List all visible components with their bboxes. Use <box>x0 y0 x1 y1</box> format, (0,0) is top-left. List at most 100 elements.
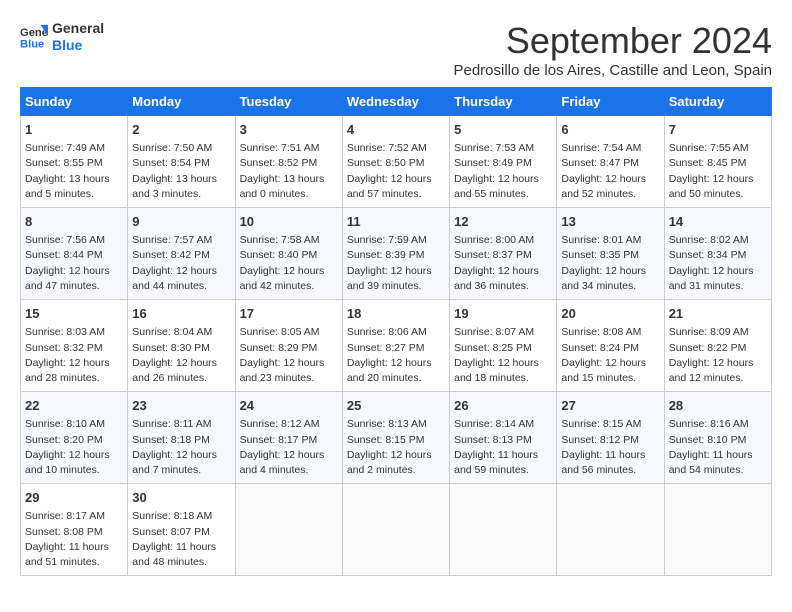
calendar-week-row: 22 Sunrise: 8:10 AMSunset: 8:20 PMDayligh… <box>21 392 772 484</box>
day-number: 17 <box>240 305 338 323</box>
day-number: 25 <box>347 397 445 415</box>
calendar-week-row: 29 Sunrise: 8:17 AMSunset: 8:08 PMDayligh… <box>21 484 772 576</box>
day-info: Sunrise: 8:08 AMSunset: 8:24 PMDaylight:… <box>561 325 659 386</box>
month-title: September 2024 <box>453 20 772 62</box>
day-info: Sunrise: 8:01 AMSunset: 8:35 PMDaylight:… <box>561 233 659 294</box>
page-header: General Blue General Blue September 2024… <box>20 20 772 79</box>
table-row: 24 Sunrise: 8:12 AMSunset: 8:17 PMDayligh… <box>235 392 342 484</box>
day-info: Sunrise: 8:15 AMSunset: 8:12 PMDaylight:… <box>561 417 659 478</box>
table-row: 19 Sunrise: 8:07 AMSunset: 8:25 PMDayligh… <box>450 300 557 392</box>
table-row: 2 Sunrise: 7:50 AMSunset: 8:54 PMDaylight… <box>128 116 235 208</box>
table-row: 30Sunrise: 8:18 AMSunset: 8:07 PMDayligh… <box>128 484 235 576</box>
day-number: 18 <box>347 305 445 323</box>
col-saturday: Saturday <box>664 88 771 116</box>
table-row <box>235 484 342 576</box>
table-row: 5Sunrise: 7:53 AMSunset: 8:49 PMDaylight… <box>450 116 557 208</box>
day-number: 3 <box>240 121 338 139</box>
table-row: 7 Sunrise: 7:55 AMSunset: 8:45 PMDaylight… <box>664 116 771 208</box>
calendar-week-row: 15Sunrise: 8:03 AMSunset: 8:32 PMDayligh… <box>21 300 772 392</box>
col-sunday: Sunday <box>21 88 128 116</box>
day-number: 12 <box>454 213 552 231</box>
svg-text:Blue: Blue <box>20 38 44 50</box>
day-number: 9 <box>132 213 230 231</box>
day-info: Sunrise: 8:03 AMSunset: 8:32 PMDaylight:… <box>25 325 123 386</box>
day-info: Sunrise: 7:53 AMSunset: 8:49 PMDaylight:… <box>454 141 552 202</box>
day-info: Sunrise: 7:49 AMSunset: 8:55 PMDaylight:… <box>25 141 123 202</box>
table-row: 23 Sunrise: 8:11 AMSunset: 8:18 PMDayligh… <box>128 392 235 484</box>
day-number: 2 <box>132 121 230 139</box>
table-row <box>342 484 449 576</box>
day-number: 24 <box>240 397 338 415</box>
day-info: Sunrise: 8:09 AMSunset: 8:22 PMDaylight:… <box>669 325 767 386</box>
day-info: Sunrise: 7:51 AMSunset: 8:52 PMDaylight:… <box>240 141 338 202</box>
logo: General Blue General Blue <box>20 20 104 54</box>
day-info: Sunrise: 8:12 AMSunset: 8:17 PMDaylight:… <box>240 417 338 478</box>
day-info: Sunrise: 7:54 AMSunset: 8:47 PMDaylight:… <box>561 141 659 202</box>
day-number: 28 <box>669 397 767 415</box>
day-number: 10 <box>240 213 338 231</box>
table-row: 25 Sunrise: 8:13 AMSunset: 8:15 PMDayligh… <box>342 392 449 484</box>
day-info: Sunrise: 8:02 AMSunset: 8:34 PMDaylight:… <box>669 233 767 294</box>
table-row <box>450 484 557 576</box>
day-number: 20 <box>561 305 659 323</box>
day-info: Sunrise: 8:17 AMSunset: 8:08 PMDaylight:… <box>25 509 123 570</box>
table-row: 1 Sunrise: 7:49 AMSunset: 8:55 PMDaylight… <box>21 116 128 208</box>
day-info: Sunrise: 8:13 AMSunset: 8:15 PMDaylight:… <box>347 417 445 478</box>
calendar-table: Sunday Monday Tuesday Wednesday Thursday… <box>20 87 772 576</box>
table-row: 9 Sunrise: 7:57 AMSunset: 8:42 PMDaylight… <box>128 208 235 300</box>
table-row: 4Sunrise: 7:52 AMSunset: 8:50 PMDaylight… <box>342 116 449 208</box>
day-info: Sunrise: 8:14 AMSunset: 8:13 PMDaylight:… <box>454 417 552 478</box>
table-row: 17 Sunrise: 8:05 AMSunset: 8:29 PMDayligh… <box>235 300 342 392</box>
table-row: 3 Sunrise: 7:51 AMSunset: 8:52 PMDaylight… <box>235 116 342 208</box>
day-number: 23 <box>132 397 230 415</box>
table-row: 13 Sunrise: 8:01 AMSunset: 8:35 PMDayligh… <box>557 208 664 300</box>
day-info: Sunrise: 7:57 AMSunset: 8:42 PMDaylight:… <box>132 233 230 294</box>
day-number: 22 <box>25 397 123 415</box>
col-wednesday: Wednesday <box>342 88 449 116</box>
table-row: 15Sunrise: 8:03 AMSunset: 8:32 PMDayligh… <box>21 300 128 392</box>
logo-general: General <box>52 20 104 36</box>
table-row: 8Sunrise: 7:56 AMSunset: 8:44 PMDaylight… <box>21 208 128 300</box>
col-friday: Friday <box>557 88 664 116</box>
day-info: Sunrise: 8:00 AMSunset: 8:37 PMDaylight:… <box>454 233 552 294</box>
day-info: Sunrise: 7:58 AMSunset: 8:40 PMDaylight:… <box>240 233 338 294</box>
table-row: 14 Sunrise: 8:02 AMSunset: 8:34 PMDayligh… <box>664 208 771 300</box>
location-subtitle: Pedrosillo de los Aires, Castille and Le… <box>453 62 772 79</box>
day-number: 26 <box>454 397 552 415</box>
table-row: 26 Sunrise: 8:14 AMSunset: 8:13 PMDayligh… <box>450 392 557 484</box>
day-number: 27 <box>561 397 659 415</box>
logo-icon: General Blue <box>20 23 48 51</box>
calendar-week-row: 1 Sunrise: 7:49 AMSunset: 8:55 PMDaylight… <box>21 116 772 208</box>
day-number: 7 <box>669 121 767 139</box>
day-number: 6 <box>561 121 659 139</box>
day-number: 21 <box>669 305 767 323</box>
day-info: Sunrise: 8:06 AMSunset: 8:27 PMDaylight:… <box>347 325 445 386</box>
day-number: 30 <box>132 489 230 507</box>
table-row: 10 Sunrise: 7:58 AMSunset: 8:40 PMDayligh… <box>235 208 342 300</box>
col-monday: Monday <box>128 88 235 116</box>
day-number: 4 <box>347 121 445 139</box>
table-row: 20 Sunrise: 8:08 AMSunset: 8:24 PMDayligh… <box>557 300 664 392</box>
day-number: 8 <box>25 213 123 231</box>
table-row: 12 Sunrise: 8:00 AMSunset: 8:37 PMDayligh… <box>450 208 557 300</box>
day-number: 11 <box>347 213 445 231</box>
table-row: 27 Sunrise: 8:15 AMSunset: 8:12 PMDayligh… <box>557 392 664 484</box>
day-info: Sunrise: 8:05 AMSunset: 8:29 PMDaylight:… <box>240 325 338 386</box>
day-info: Sunrise: 7:59 AMSunset: 8:39 PMDaylight:… <box>347 233 445 294</box>
col-tuesday: Tuesday <box>235 88 342 116</box>
day-number: 19 <box>454 305 552 323</box>
day-number: 13 <box>561 213 659 231</box>
table-row: 6 Sunrise: 7:54 AMSunset: 8:47 PMDaylight… <box>557 116 664 208</box>
day-number: 14 <box>669 213 767 231</box>
table-row <box>557 484 664 576</box>
day-info: Sunrise: 7:50 AMSunset: 8:54 PMDaylight:… <box>132 141 230 202</box>
table-row: 18 Sunrise: 8:06 AMSunset: 8:27 PMDayligh… <box>342 300 449 392</box>
day-info: Sunrise: 8:10 AMSunset: 8:20 PMDaylight:… <box>25 417 123 478</box>
day-number: 1 <box>25 121 123 139</box>
day-info: Sunrise: 8:07 AMSunset: 8:25 PMDaylight:… <box>454 325 552 386</box>
day-info: Sunrise: 8:16 AMSunset: 8:10 PMDaylight:… <box>669 417 767 478</box>
day-info: Sunrise: 8:11 AMSunset: 8:18 PMDaylight:… <box>132 417 230 478</box>
day-number: 29 <box>25 489 123 507</box>
day-info: Sunrise: 7:55 AMSunset: 8:45 PMDaylight:… <box>669 141 767 202</box>
table-row: 21 Sunrise: 8:09 AMSunset: 8:22 PMDayligh… <box>664 300 771 392</box>
